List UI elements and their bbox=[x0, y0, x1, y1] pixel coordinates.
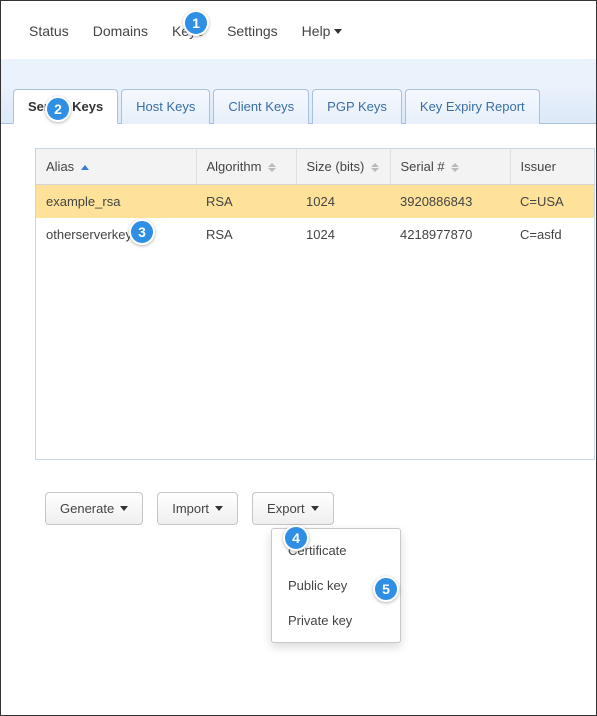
col-header-algorithm[interactable]: Algorithm bbox=[196, 149, 296, 185]
menu-help-label: Help bbox=[302, 23, 331, 39]
cell-algorithm: RSA bbox=[196, 218, 296, 251]
sort-asc-icon bbox=[371, 163, 379, 167]
col-header-issuer-label: Issuer bbox=[521, 159, 556, 174]
export-private-key[interactable]: Private key bbox=[272, 603, 400, 638]
cell-issuer: C=asfd bbox=[510, 218, 595, 251]
menu-domains[interactable]: Domains bbox=[93, 23, 148, 39]
cell-alias: otherserverkey bbox=[36, 218, 196, 251]
cell-algorithm: RSA bbox=[196, 185, 296, 219]
import-label: Import bbox=[172, 501, 209, 516]
top-menu: Status Domains Keys Settings Help bbox=[1, 1, 596, 59]
col-header-serial[interactable]: Serial # bbox=[390, 149, 510, 185]
sort-desc-icon bbox=[371, 168, 379, 172]
caret-down-icon bbox=[334, 29, 342, 34]
sort-asc-icon bbox=[81, 165, 89, 170]
export-button[interactable]: Export bbox=[252, 492, 334, 525]
col-header-serial-label: Serial # bbox=[401, 159, 445, 174]
keys-table-wrap: Alias Algorithm Size (bits) bbox=[35, 148, 595, 460]
tab-host-keys[interactable]: Host Keys bbox=[121, 89, 210, 124]
tabs-bar: Server Keys Host Keys Client Keys PGP Ke… bbox=[1, 59, 596, 124]
menu-status[interactable]: Status bbox=[29, 23, 69, 39]
sort-icon bbox=[451, 163, 459, 172]
sort-desc-icon bbox=[268, 168, 276, 172]
col-header-size[interactable]: Size (bits) bbox=[296, 149, 390, 185]
col-header-alias-label: Alias bbox=[46, 159, 74, 174]
import-button[interactable]: Import bbox=[157, 492, 238, 525]
caret-down-icon bbox=[311, 506, 319, 511]
annotation-marker-2: 2 bbox=[45, 96, 71, 122]
content-area: Alias Algorithm Size (bits) bbox=[1, 124, 596, 549]
sort-asc-icon bbox=[451, 163, 459, 167]
col-header-size-label: Size (bits) bbox=[307, 159, 365, 174]
generate-label: Generate bbox=[60, 501, 114, 516]
cell-serial: 3920886843 bbox=[390, 185, 510, 219]
sort-icon bbox=[81, 165, 89, 170]
tab-pgp-keys[interactable]: PGP Keys bbox=[312, 89, 402, 124]
sort-asc-icon bbox=[268, 163, 276, 167]
menu-settings[interactable]: Settings bbox=[227, 23, 278, 39]
cell-size: 1024 bbox=[296, 218, 390, 251]
sort-icon bbox=[371, 163, 379, 172]
tab-client-keys[interactable]: Client Keys bbox=[213, 89, 309, 124]
cell-alias: example_rsa bbox=[36, 185, 196, 219]
sort-desc-icon bbox=[451, 168, 459, 172]
table-row[interactable]: example_rsa RSA 1024 3920886843 C=USA bbox=[36, 185, 595, 219]
col-header-alias[interactable]: Alias bbox=[36, 149, 196, 185]
annotation-marker-1: 1 bbox=[183, 10, 209, 36]
annotation-marker-3: 3 bbox=[129, 219, 155, 245]
button-row: Generate Import Export Certificate Publi… bbox=[35, 492, 596, 525]
col-header-issuer[interactable]: Issuer bbox=[510, 149, 595, 185]
table-row[interactable]: otherserverkey RSA 1024 4218977870 C=asf… bbox=[36, 218, 595, 251]
tab-key-expiry[interactable]: Key Expiry Report bbox=[405, 89, 540, 124]
caret-down-icon bbox=[215, 506, 223, 511]
col-header-algorithm-label: Algorithm bbox=[207, 159, 262, 174]
export-label: Export bbox=[267, 501, 305, 516]
caret-down-icon bbox=[120, 506, 128, 511]
cell-size: 1024 bbox=[296, 185, 390, 219]
generate-button[interactable]: Generate bbox=[45, 492, 143, 525]
keys-table: Alias Algorithm Size (bits) bbox=[36, 149, 595, 251]
sort-icon bbox=[268, 163, 276, 172]
annotation-marker-4: 4 bbox=[283, 525, 309, 551]
menu-help[interactable]: Help bbox=[302, 23, 343, 39]
cell-issuer: C=USA bbox=[510, 185, 595, 219]
annotation-marker-5: 5 bbox=[373, 576, 399, 602]
cell-serial: 4218977870 bbox=[390, 218, 510, 251]
